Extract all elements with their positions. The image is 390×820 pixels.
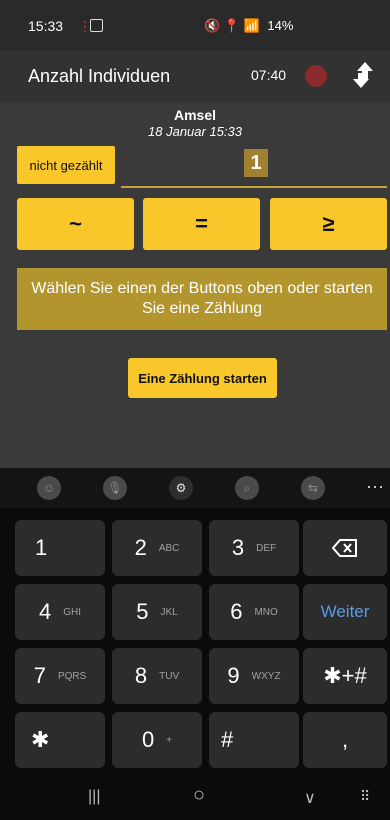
search-icon[interactable]: ⌕ <box>235 476 259 500</box>
status-time: 15:33 <box>28 18 64 34</box>
key-letters: WXYZ <box>251 670 281 682</box>
emoji-icon[interactable]: ☺ <box>37 476 61 500</box>
key-5[interactable]: 5 JKL <box>112 584 202 640</box>
start-count-button[interactable]: Eine Zählung starten <box>128 358 277 398</box>
key-digit: 0 <box>141 727 155 752</box>
key-9[interactable]: 9 WXYZ <box>209 648 299 704</box>
key-letters: PQRS <box>57 670 87 682</box>
key-digit: 3 <box>231 535 245 560</box>
key-3[interactable]: 3 DEF <box>209 520 299 576</box>
status-icons: 🔇 📍 📶 14% <box>204 18 297 34</box>
approx-button[interactable]: ~ <box>17 198 134 250</box>
main-content: Amsel 18 Januar 15:33 nicht gezählt 1 ~ … <box>0 102 390 468</box>
key-letters: MNO <box>254 606 278 618</box>
key-letters: + <box>166 734 173 746</box>
recents-button[interactable]: ||| <box>88 788 100 806</box>
at-least-button[interactable]: ≥ <box>270 198 387 250</box>
symbols-key[interactable]: ✱+# <box>303 648 387 704</box>
swap-arrows-icon[interactable] <box>350 59 376 91</box>
back-button[interactable]: ∨ <box>304 788 316 808</box>
key-letters: GHI <box>63 606 82 618</box>
observation-datetime: 18 Januar 15:33 <box>148 124 242 139</box>
count-input-underline <box>121 186 387 188</box>
comma-key[interactable]: , <box>303 712 387 768</box>
comma-key-label: , <box>341 727 349 752</box>
key-7[interactable]: 7 PQRS <box>15 648 105 704</box>
translate-icon[interactable]: ⇆ <box>301 476 325 500</box>
home-button[interactable]: ○ <box>193 784 205 807</box>
key-1[interactable]: 1 <box>15 520 105 576</box>
key-digit: 5 <box>136 599 149 624</box>
key-digit: 9 <box>227 663 240 688</box>
key-2[interactable]: 2 ABC <box>112 520 202 576</box>
key-4[interactable]: 4 GHI <box>15 584 105 640</box>
key-digit: 8 <box>134 663 148 688</box>
key-0[interactable]: 0 + <box>112 712 202 768</box>
status-icons-glyphs: 🔇 📍 📶 <box>204 18 260 33</box>
symbols-key-label: ✱+# <box>323 663 367 688</box>
navigation-bar: ||| ○ ∨ ⠿ <box>0 772 390 820</box>
gear-icon[interactable]: ⚙ <box>169 476 193 500</box>
notification-icon <box>90 19 103 32</box>
next-key-label: Weiter <box>320 602 370 621</box>
keyboard-toolbar: ☺ 🎙 ⚙ ⌕ ⇆ ··· <box>0 468 390 508</box>
key-digit: 7 <box>33 663 46 688</box>
key-digit: # <box>221 727 234 752</box>
key-digit: 1 <box>35 535 48 560</box>
key-6[interactable]: 6 MNO <box>209 584 299 640</box>
app-bar: Anzahl Individuen 07:40 <box>0 50 390 102</box>
key-letters: DEF <box>256 542 277 554</box>
status-bar: 15:33 ⋮ 🔇 📍 📶 14% <box>0 0 390 50</box>
info-banner: Wählen Sie einen der Buttons oben oder s… <box>17 268 387 330</box>
record-button[interactable] <box>305 65 327 87</box>
key-hash[interactable]: # <box>209 712 299 768</box>
key-8[interactable]: 8 TUV <box>112 648 202 704</box>
backspace-key[interactable] <box>303 520 387 576</box>
key-letters: JKL <box>160 606 178 618</box>
not-counted-button[interactable]: nicht gezählt <box>17 146 115 184</box>
backspace-icon <box>332 539 357 557</box>
key-digit: 4 <box>38 599 52 624</box>
key-letters: TUV <box>159 670 180 682</box>
key-digit: 2 <box>134 535 147 560</box>
key-letters: ABC <box>158 542 180 554</box>
page-title: Anzahl Individuen <box>28 66 171 86</box>
battery-level: 14% <box>267 18 294 33</box>
keyboard-hide-button[interactable]: ⠿ <box>360 788 370 805</box>
numeric-keyboard: 1 2 ABC 3 DEF 4 GHI 5 JKL 6 MNO Weiter 7… <box>0 508 390 772</box>
next-key[interactable]: Weiter <box>303 584 387 640</box>
timer: 07:40 <box>251 67 287 83</box>
species-name: Amsel <box>173 107 217 123</box>
exact-button[interactable]: = <box>143 198 260 250</box>
key-digit: ✱ <box>31 727 50 752</box>
key-digit: 6 <box>230 599 243 624</box>
more-options-icon[interactable]: ··· <box>366 476 384 497</box>
count-value[interactable]: 1 <box>244 149 268 177</box>
key-star[interactable]: ✱ <box>15 712 105 768</box>
microphone-icon[interactable]: 🎙 <box>103 476 127 500</box>
